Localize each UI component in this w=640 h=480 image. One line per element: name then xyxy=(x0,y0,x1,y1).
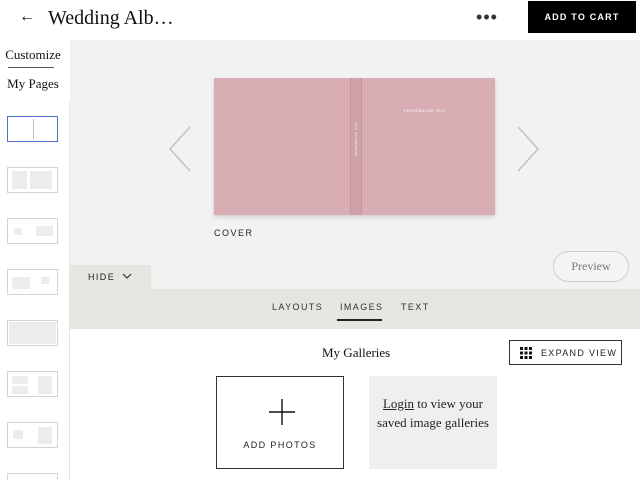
sidebar-tabs: Customize My Pages xyxy=(0,40,70,102)
login-prompt-box: Login to view your saved image galleries xyxy=(369,376,497,469)
tab-layouts[interactable]: LAYOUTS xyxy=(272,302,323,312)
back-arrow-icon[interactable]: ← xyxy=(16,6,38,28)
page-thumbnail[interactable] xyxy=(7,371,58,397)
plus-icon xyxy=(269,399,295,425)
header-bar: ← Wedding Alb… ••• ADD TO CART xyxy=(0,0,640,40)
thumbnail-photo-slot xyxy=(13,430,23,439)
page-thumbnail-cover[interactable] xyxy=(7,116,58,142)
thumbnail-photo-slot xyxy=(41,277,49,284)
thumbnail-photo-slot xyxy=(30,171,52,189)
thumbnail-photo-slot xyxy=(12,277,30,289)
chevron-down-icon xyxy=(122,273,132,279)
page-title: Wedding Alb… xyxy=(48,7,174,29)
add-photos-button[interactable]: ADD PHOTOS xyxy=(216,376,344,469)
tab-images[interactable]: IMAGES xyxy=(340,302,383,312)
thumbnail-photo-slot xyxy=(38,427,52,444)
tab-text[interactable]: TEXT xyxy=(401,302,430,312)
tab-customize[interactable]: Customize xyxy=(0,47,66,63)
thumbnail-photo-slot xyxy=(36,226,53,236)
editor-canvas: PERSONALIZE TEXT PERSONALIZE TEXT COVER … xyxy=(70,40,640,289)
page-thumbnail[interactable] xyxy=(7,473,58,480)
thumbnail-photo-slot xyxy=(12,171,27,189)
thumbnail-photo-slot xyxy=(38,376,52,394)
expand-view-button[interactable]: EXPAND VIEW xyxy=(509,340,622,365)
tab-my-pages[interactable]: My Pages xyxy=(0,76,66,92)
spine-text: PERSONALIZE TEXT xyxy=(354,121,358,156)
login-link[interactable]: Login xyxy=(383,396,414,411)
thumbnail-photo-slot xyxy=(12,386,28,394)
page-thumbnail[interactable] xyxy=(7,320,58,346)
panel-tab-bar: LAYOUTS IMAGES TEXT xyxy=(70,289,640,329)
album-cover[interactable]: PERSONALIZE TEXT PERSONALIZE TEXT xyxy=(214,78,495,215)
galleries-panel: My Galleries EXPAND VIEW ADD PHOTOS Logi… xyxy=(70,329,640,480)
page-thumbnail[interactable] xyxy=(7,422,58,448)
login-prompt-text: Login to view your saved image galleries xyxy=(377,394,489,432)
page-thumbnail[interactable] xyxy=(7,269,58,295)
galleries-title: My Galleries xyxy=(322,345,391,360)
add-to-cart-button[interactable]: ADD TO CART xyxy=(528,1,636,33)
active-tab-indicator xyxy=(337,319,382,321)
preview-button[interactable]: Preview xyxy=(553,251,629,282)
page-thumbnail-list[interactable] xyxy=(0,102,70,480)
sidebar-divider xyxy=(8,67,54,68)
page-thumbnail[interactable] xyxy=(7,218,58,244)
next-page-arrow-icon[interactable] xyxy=(512,124,542,174)
hide-panel-button[interactable]: HIDE xyxy=(70,265,151,289)
grid-icon xyxy=(520,347,532,359)
thumbnail-spine xyxy=(33,119,34,139)
thumbnail-photo-slot xyxy=(9,322,56,344)
thumbnail-photo-slot xyxy=(14,228,22,235)
more-options-icon[interactable]: ••• xyxy=(474,6,500,28)
expand-view-label: EXPAND VIEW xyxy=(541,348,618,358)
page-label: COVER xyxy=(214,228,254,238)
thumbnail-photo-slot xyxy=(12,376,28,384)
previous-page-arrow-icon[interactable] xyxy=(166,124,196,174)
page-thumbnail[interactable] xyxy=(7,167,58,193)
cover-text[interactable]: PERSONALIZE TEXT xyxy=(404,109,446,113)
add-photos-label: ADD PHOTOS xyxy=(243,440,317,450)
hide-label: HIDE xyxy=(88,272,116,282)
